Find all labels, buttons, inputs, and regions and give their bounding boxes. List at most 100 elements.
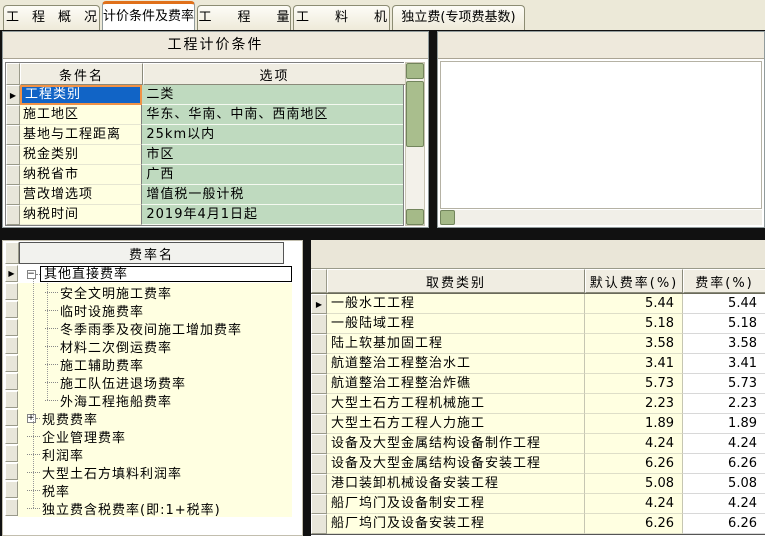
tab-4[interactable]: 工 料 机 (293, 5, 390, 30)
rate-cell[interactable]: 5.18 (683, 314, 765, 334)
rate-table-row[interactable]: 大型土石方工程机械施工2.232.23 (311, 394, 765, 414)
tree-item-content[interactable]: 税率 (18, 481, 292, 499)
tree-item-content[interactable]: 外海工程拖船费率 (18, 391, 292, 409)
condition-row[interactable]: 营改增选项增值税一般计税 (6, 185, 403, 205)
rate-table-row[interactable]: 设备及大型金属结构设备制作工程4.244.24 (311, 434, 765, 454)
condition-value-cell[interactable]: 25km以内 (142, 125, 403, 145)
tree-item[interactable]: 税率 (5, 481, 300, 499)
tab-3[interactable]: 工 程 量 (197, 5, 291, 30)
tree-item[interactable]: 利润率 (5, 445, 300, 463)
rate-cell[interactable]: 3.58 (683, 334, 765, 354)
rate-table-row[interactable]: 船厂坞门及设备制安工程4.244.24 (311, 494, 765, 514)
rate-table-row[interactable]: 船厂坞门及设备安装工程6.266.26 (311, 514, 765, 534)
default-rate-cell[interactable]: 2.23 (585, 394, 683, 414)
tree-item-content[interactable]: 冬季雨季及夜间施工增加费率 (18, 319, 292, 337)
tree-item[interactable]: 临时设施费率 (5, 301, 300, 319)
tree-item[interactable]: 冬季雨季及夜间施工增加费率 (5, 319, 300, 337)
default-rate-cell[interactable]: 4.24 (585, 494, 683, 514)
condition-value-cell[interactable]: 华东、华南、中南、西南地区 (142, 105, 403, 125)
tree-item-content[interactable]: 施工辅助费率 (18, 355, 292, 373)
fee-category-cell[interactable]: 大型土石方工程人力施工 (327, 414, 585, 434)
collapse-icon[interactable]: − (27, 270, 36, 279)
condition-value-cell[interactable]: 增值税一般计税 (142, 185, 403, 205)
condition-row[interactable]: 基地与工程距离25km以内 (6, 125, 403, 145)
tree-item-content[interactable]: 材料二次倒运费率 (18, 337, 292, 355)
expand-icon[interactable]: + (27, 414, 36, 423)
fee-category-cell[interactable]: 航道整治工程整治水工 (327, 354, 585, 374)
scroll-down-icon[interactable] (406, 209, 424, 225)
tab-2[interactable]: 计价条件及费率 (102, 1, 195, 30)
condition-value-cell[interactable]: 二类 (142, 85, 403, 105)
default-rate-cell[interactable]: 3.41 (585, 354, 683, 374)
tree-item-content[interactable]: 大型土石方填料利润率 (18, 463, 292, 481)
condition-name-cell[interactable]: 纳税时间 (20, 205, 142, 225)
rate-cell[interactable]: 3.41 (683, 354, 765, 374)
rate-cell[interactable]: 2.23 (683, 394, 765, 414)
tab-5[interactable]: 独立费(专项费基数) (392, 5, 525, 30)
scroll-up-icon[interactable] (406, 63, 424, 79)
fee-category-cell[interactable]: 大型土石方工程机械施工 (327, 394, 585, 414)
fee-category-cell[interactable]: 港口装卸机械设备安装工程 (327, 474, 585, 494)
fee-category-cell[interactable]: 设备及大型金属结构设备安装工程 (327, 454, 585, 474)
rate-cell[interactable]: 4.24 (683, 494, 765, 514)
scrollbar-thumb[interactable] (406, 81, 424, 147)
default-rate-cell[interactable]: 1.89 (585, 414, 683, 434)
tree-item[interactable]: 独立费含税费率(即:1+税率) (5, 499, 300, 517)
condition-value-cell[interactable]: 2019年4月1日起 (142, 205, 403, 225)
default-rate-cell[interactable]: 3.58 (585, 334, 683, 354)
rate-cell[interactable]: 6.26 (683, 514, 765, 534)
condition-row[interactable]: 纳税省市广西 (6, 165, 403, 185)
tree-item-content[interactable]: 临时设施费率 (18, 301, 292, 319)
fee-category-cell[interactable]: 航道整治工程整治炸礁 (327, 374, 585, 394)
rate-table-row[interactable]: 设备及大型金属结构设备安装工程6.266.26 (311, 454, 765, 474)
condition-name-cell[interactable]: 施工地区 (20, 105, 142, 125)
tree-item-content[interactable]: 安全文明施工费率 (18, 283, 292, 301)
rate-table-row[interactable]: 港口装卸机械设备安装工程5.085.08 (311, 474, 765, 494)
default-rate-cell[interactable]: 6.26 (585, 454, 683, 474)
scroll-left-icon[interactable] (440, 210, 455, 225)
tree-item[interactable]: 安全文明施工费率 (5, 283, 300, 301)
condition-value-cell[interactable]: 市区 (142, 145, 403, 165)
rate-cell[interactable]: 5.08 (683, 474, 765, 494)
tree-item-content[interactable]: 利润率 (18, 445, 292, 463)
condition-row[interactable]: 纳税时间2019年4月1日起 (6, 205, 403, 225)
fee-category-cell[interactable]: 船厂坞门及设备安装工程 (327, 514, 585, 534)
rate-cell[interactable]: 1.89 (683, 414, 765, 434)
tree-item[interactable]: +规费费率 (5, 409, 300, 427)
fee-category-cell[interactable]: 设备及大型金属结构设备制作工程 (327, 434, 585, 454)
fee-category-cell[interactable]: 船厂坞门及设备制安工程 (327, 494, 585, 514)
default-rate-cell[interactable]: 5.18 (585, 314, 683, 334)
rate-cell[interactable]: 6.26 (683, 454, 765, 474)
tree-item-content[interactable]: 独立费含税费率(即:1+税率) (18, 499, 292, 517)
tree-item[interactable]: 施工辅助费率 (5, 355, 300, 373)
default-rate-cell[interactable]: 4.24 (585, 434, 683, 454)
tree-item[interactable]: 施工队伍进退场费率 (5, 373, 300, 391)
default-rate-cell[interactable]: 5.44 (585, 294, 683, 314)
conditions-scrollbar[interactable] (405, 62, 425, 226)
tree-item-content[interactable]: −其他直接费率 (18, 265, 292, 283)
rate-table-row[interactable]: 陆上软基加固工程3.583.58 (311, 334, 765, 354)
condition-row[interactable]: 施工地区华东、华南、中南、西南地区 (6, 105, 403, 125)
tree-item-content[interactable]: 施工队伍进退场费率 (18, 373, 292, 391)
rate-table-row[interactable]: ▶一般水工工程5.445.44 (311, 294, 765, 314)
tree-item[interactable]: 企业管理费率 (5, 427, 300, 445)
tab-1[interactable]: 工 程 概 况 (3, 5, 100, 30)
default-rate-cell[interactable]: 5.73 (585, 374, 683, 394)
condition-name-cell[interactable]: 纳税省市 (20, 165, 142, 185)
rate-table-row[interactable]: 一般陆域工程5.185.18 (311, 314, 765, 334)
tree-item[interactable]: 外海工程拖船费率 (5, 391, 300, 409)
rate-table-row[interactable]: 航道整治工程整治水工3.413.41 (311, 354, 765, 374)
fee-category-cell[interactable]: 一般水工工程 (327, 294, 585, 314)
condition-row[interactable]: ▶工程类别二类 (6, 85, 403, 105)
default-rate-cell[interactable]: 6.26 (585, 514, 683, 534)
tree-item[interactable]: ▶−其他直接费率 (5, 265, 300, 283)
tree-item[interactable]: 材料二次倒运费率 (5, 337, 300, 355)
condition-name-cell[interactable]: 税金类别 (20, 145, 142, 165)
fee-category-cell[interactable]: 陆上软基加固工程 (327, 334, 585, 354)
tree-item[interactable]: 大型土石方填料利润率 (5, 463, 300, 481)
tree-item-content[interactable]: 企业管理费率 (18, 427, 292, 445)
condition-value-cell[interactable]: 广西 (142, 165, 403, 185)
condition-name-cell[interactable]: 营改增选项 (20, 185, 142, 205)
fee-category-cell[interactable]: 一般陆域工程 (327, 314, 585, 334)
tree-item-content[interactable]: +规费费率 (18, 409, 292, 427)
